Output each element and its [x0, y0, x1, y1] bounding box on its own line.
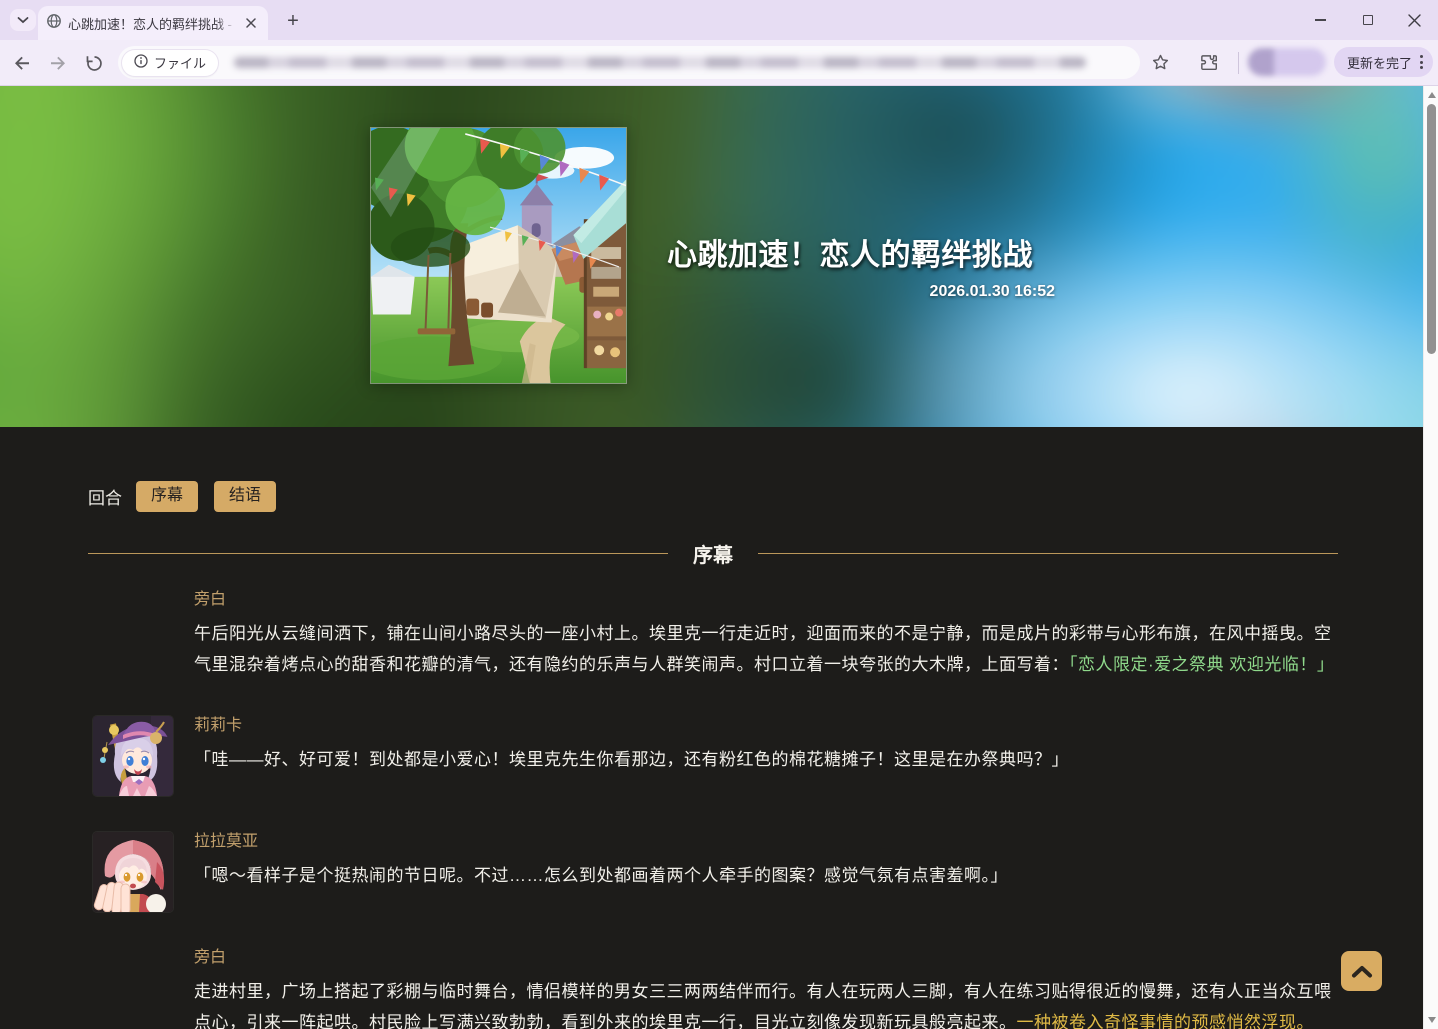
- divider-line: [758, 553, 1338, 554]
- entry-text: 午后阳光从云缝间洒下，铺在山间小路尽头的一座小村上。埃里克一行走近时，迎面而来的…: [194, 618, 1338, 680]
- puzzle-icon: [1199, 53, 1218, 72]
- hero-text-block: 心跳加速！恋人的羁绊挑战 2026.01.30 16:52: [667, 230, 1055, 301]
- phase-controls: 回合 序幕 结语: [88, 481, 1338, 512]
- divider-line: [88, 553, 668, 554]
- kebab-menu-icon: [1418, 53, 1425, 71]
- reload-icon: [85, 54, 104, 73]
- section-header: 序幕: [88, 539, 1338, 568]
- maximize-button[interactable]: [1344, 0, 1391, 40]
- highlight-text: 「恋人限定·爱之祭典 欢迎光临！」: [1069, 655, 1334, 674]
- village-festival-illustration: [371, 128, 626, 383]
- globe-icon: [46, 13, 62, 34]
- log-entry-dialogue: 莉莉卡 「哇——好、好可爱！到处都是小爱心！埃里克先生你看那边，还有粉红色的棉花…: [88, 716, 1338, 796]
- chevron-up-icon: [1351, 964, 1373, 978]
- browser-toolbar: ファイル 更新を完了: [0, 40, 1438, 86]
- reload-button[interactable]: [82, 51, 106, 75]
- close-icon: [246, 18, 256, 28]
- log-content: 回合 序幕 结语 序幕 旁白 午后阳光从云缝间洒下，铺在山间小路尽头的一座小村上…: [88, 427, 1338, 1029]
- log-entry-narration: 旁白 午后阳光从云缝间洒下，铺在山间小路尽头的一座小村上。埃里克一行走近时，迎面…: [88, 590, 1338, 680]
- address-chip-label: ファイル: [154, 53, 206, 72]
- forward-arrow-icon: [48, 53, 68, 73]
- entry-text: 走进村里，广场上搭起了彩棚与临时舞台，情侣模样的男女三三两两结伴而行。有人在玩两…: [194, 976, 1338, 1029]
- window-controls: [1297, 0, 1438, 40]
- star-icon: [1151, 53, 1170, 72]
- extensions-button[interactable]: [1196, 50, 1220, 74]
- forward-button[interactable]: [46, 51, 70, 75]
- avatar-slot-empty: [93, 590, 173, 680]
- toolbar-separator: [1238, 52, 1239, 74]
- browser-tab[interactable]: 心跳加速！恋人的羁绊挑战 - 20: [38, 6, 268, 40]
- back-arrow-icon: [12, 53, 32, 73]
- phase-button-prologue[interactable]: 序幕: [136, 481, 198, 512]
- new-tab-button[interactable]: +: [281, 9, 305, 33]
- phase-button-epilogue[interactable]: 结语: [214, 481, 276, 512]
- scroll-to-top-button[interactable]: [1341, 951, 1382, 991]
- hero-thumbnail-image: [370, 127, 627, 384]
- log-entry-dialogue: 拉拉莫亚 「嗯～看样子是个挺热闹的节日呢。不过……怎么到处都画着两个人牵手的图案…: [88, 832, 1338, 912]
- url-text-blurred: [234, 57, 1086, 68]
- entry-text: 「哇——好、好可爱！到处都是小爱心！埃里克先生你看那边，还有粉红色的棉花糖摊子！…: [194, 744, 1338, 775]
- back-button[interactable]: [10, 51, 34, 75]
- round-label: 回合: [88, 484, 122, 509]
- log-entry-narration: 旁白 走进村里，广场上搭起了彩棚与临时舞台，情侣模样的男女三三两两结伴而行。有人…: [88, 948, 1338, 1029]
- entry-text: 「嗯～看样子是个挺热闹的节日呢。不过……怎么到处都画着两个人牵手的图案？感觉气氛…: [194, 860, 1338, 891]
- page-title: 心跳加速！恋人的羁绊挑战: [667, 230, 1055, 274]
- profile-button[interactable]: [1248, 48, 1326, 76]
- browser-window: 心跳加速！恋人的羁绊挑战 - 20 +: [0, 0, 1438, 1029]
- section-title: 序幕: [668, 539, 758, 568]
- bookmark-button[interactable]: [1148, 50, 1172, 74]
- speaker-name: 拉拉莫亚: [194, 832, 1338, 852]
- close-window-button[interactable]: [1391, 0, 1438, 40]
- speaker-name: 旁白: [194, 590, 1338, 610]
- scrollbar-down-arrow[interactable]: [1428, 1017, 1436, 1023]
- tab-title: 心跳加速！恋人的羁绊挑战 - 20: [68, 14, 236, 33]
- site-info-chip[interactable]: ファイル: [122, 50, 218, 76]
- speaker-name: 莉莉卡: [194, 716, 1338, 736]
- tab-search-button[interactable]: [10, 9, 36, 31]
- info-icon: [134, 54, 148, 71]
- avatar-lilika-image: [93, 716, 173, 796]
- scrollbar-up-arrow[interactable]: [1428, 92, 1436, 98]
- scrollbar-thumb[interactable]: [1427, 104, 1436, 354]
- page-scrollbar[interactable]: [1423, 86, 1438, 1029]
- avatar-lalamoya-image: [93, 832, 173, 912]
- minimize-button[interactable]: [1297, 0, 1344, 40]
- update-button[interactable]: 更新を完了: [1334, 47, 1433, 77]
- highlight-text: 一种被卷入奇怪事情的预感悄然浮现。: [1017, 1013, 1315, 1029]
- page-viewport: 心跳加速！恋人的羁绊挑战 2026.01.30 16:52 回合 序幕 结语 序…: [0, 86, 1423, 1029]
- tab-strip: 心跳加速！恋人的羁绊挑战 - 20 +: [0, 0, 1438, 40]
- minimize-icon: [1315, 19, 1326, 21]
- maximize-icon: [1363, 15, 1373, 25]
- hero-banner: 心跳加速！恋人的羁绊挑战 2026.01.30 16:52: [0, 86, 1423, 427]
- address-bar[interactable]: ファイル: [118, 46, 1140, 79]
- chevron-down-icon: [17, 11, 29, 29]
- speaker-name: 旁白: [194, 948, 1338, 968]
- close-icon: [1408, 14, 1421, 27]
- avatar-slot-empty: [93, 948, 173, 1029]
- update-button-label: 更新を完了: [1347, 53, 1412, 72]
- tab-close-button[interactable]: [242, 14, 260, 32]
- session-datetime: 2026.01.30 16:52: [667, 283, 1055, 301]
